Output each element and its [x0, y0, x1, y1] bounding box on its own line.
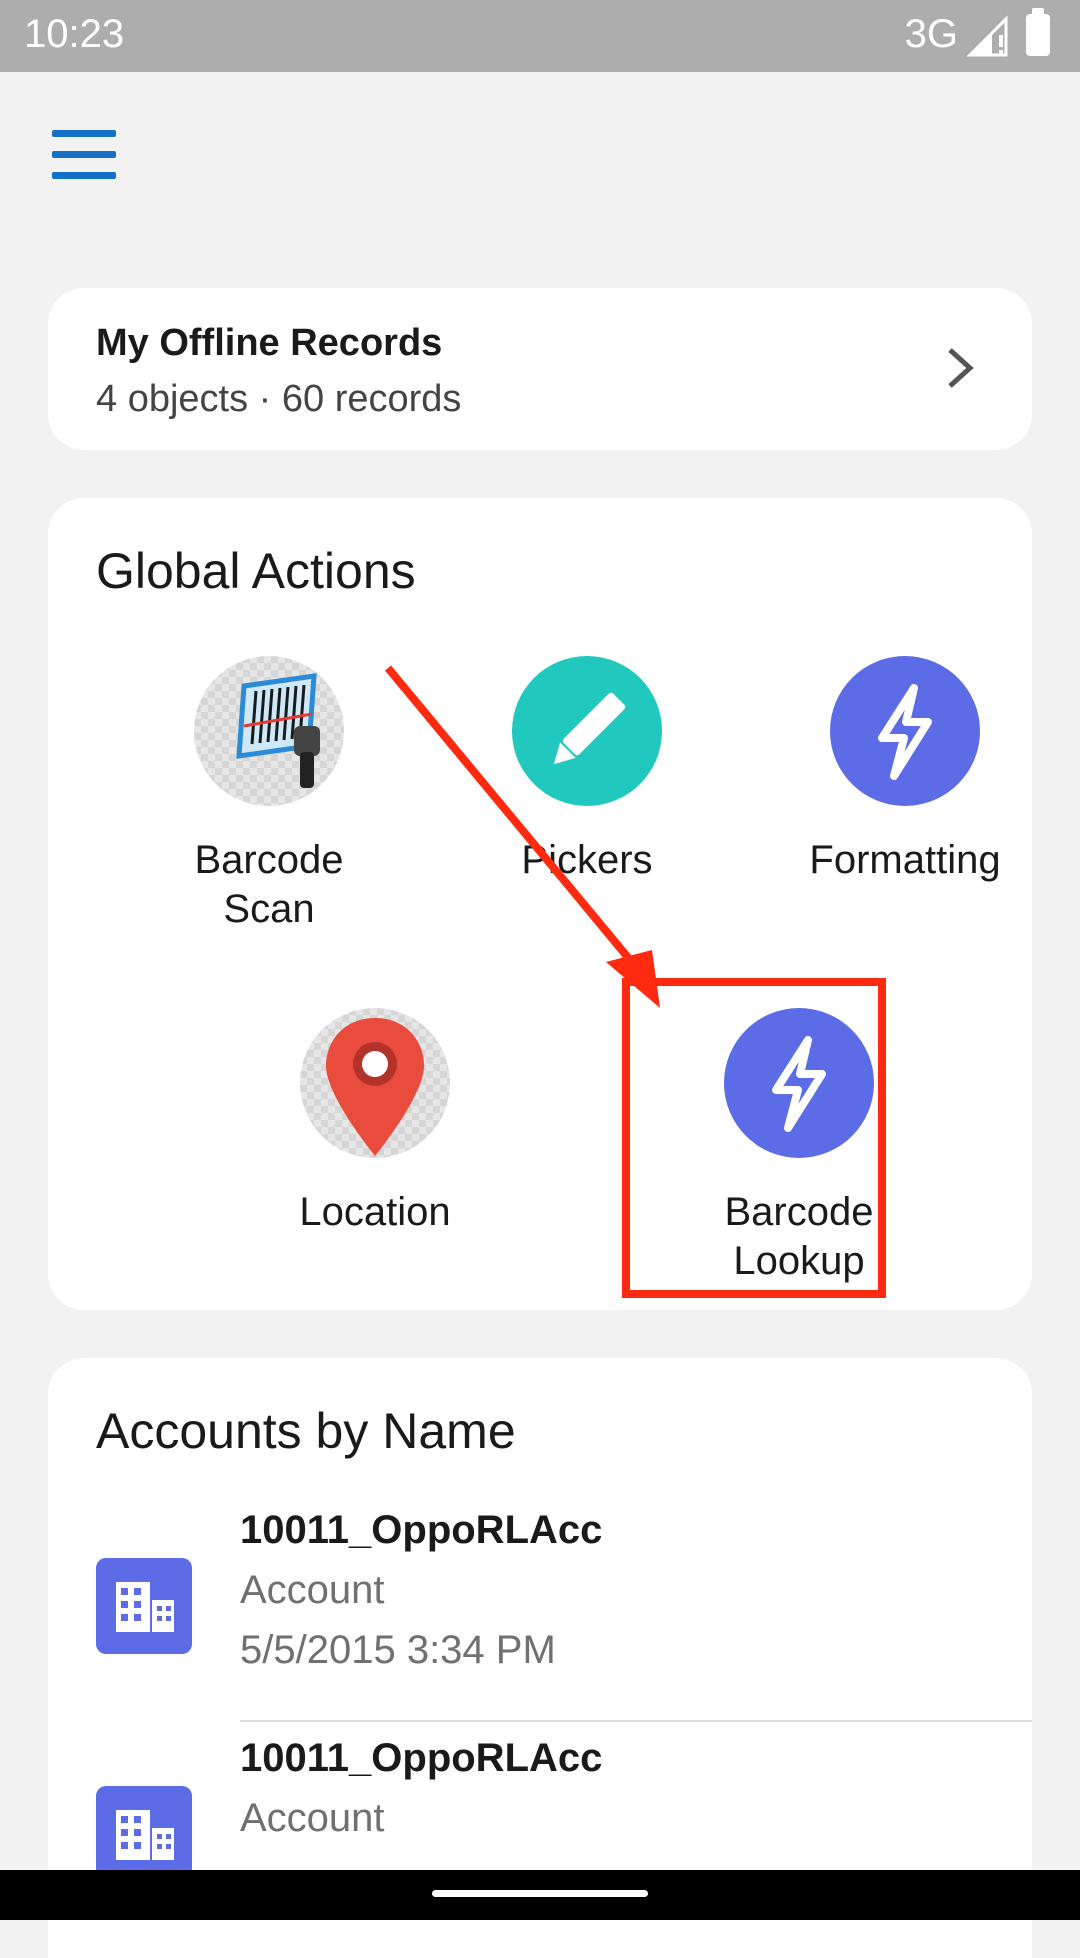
accounts-card: Accounts by Name 10011_OppoRLAcc Account…	[48, 1358, 1032, 1958]
building-icon	[96, 1786, 192, 1882]
home-gesture-handle[interactable]	[432, 1890, 648, 1897]
account-name: 10011_OppoRLAcc	[240, 1736, 603, 1780]
account-type: Account	[240, 1796, 385, 1840]
building-icon	[96, 1558, 192, 1654]
accounts-heading: Accounts by Name	[96, 1403, 516, 1459]
divider	[240, 1720, 1032, 1722]
annotation-highlight-box	[622, 978, 886, 1298]
navigation-bar	[0, 1870, 1080, 1920]
account-date: 5/5/2015 3:34 PM	[240, 1628, 556, 1672]
account-name: 10011_OppoRLAcc	[240, 1508, 603, 1552]
account-type: Account	[240, 1568, 385, 1612]
